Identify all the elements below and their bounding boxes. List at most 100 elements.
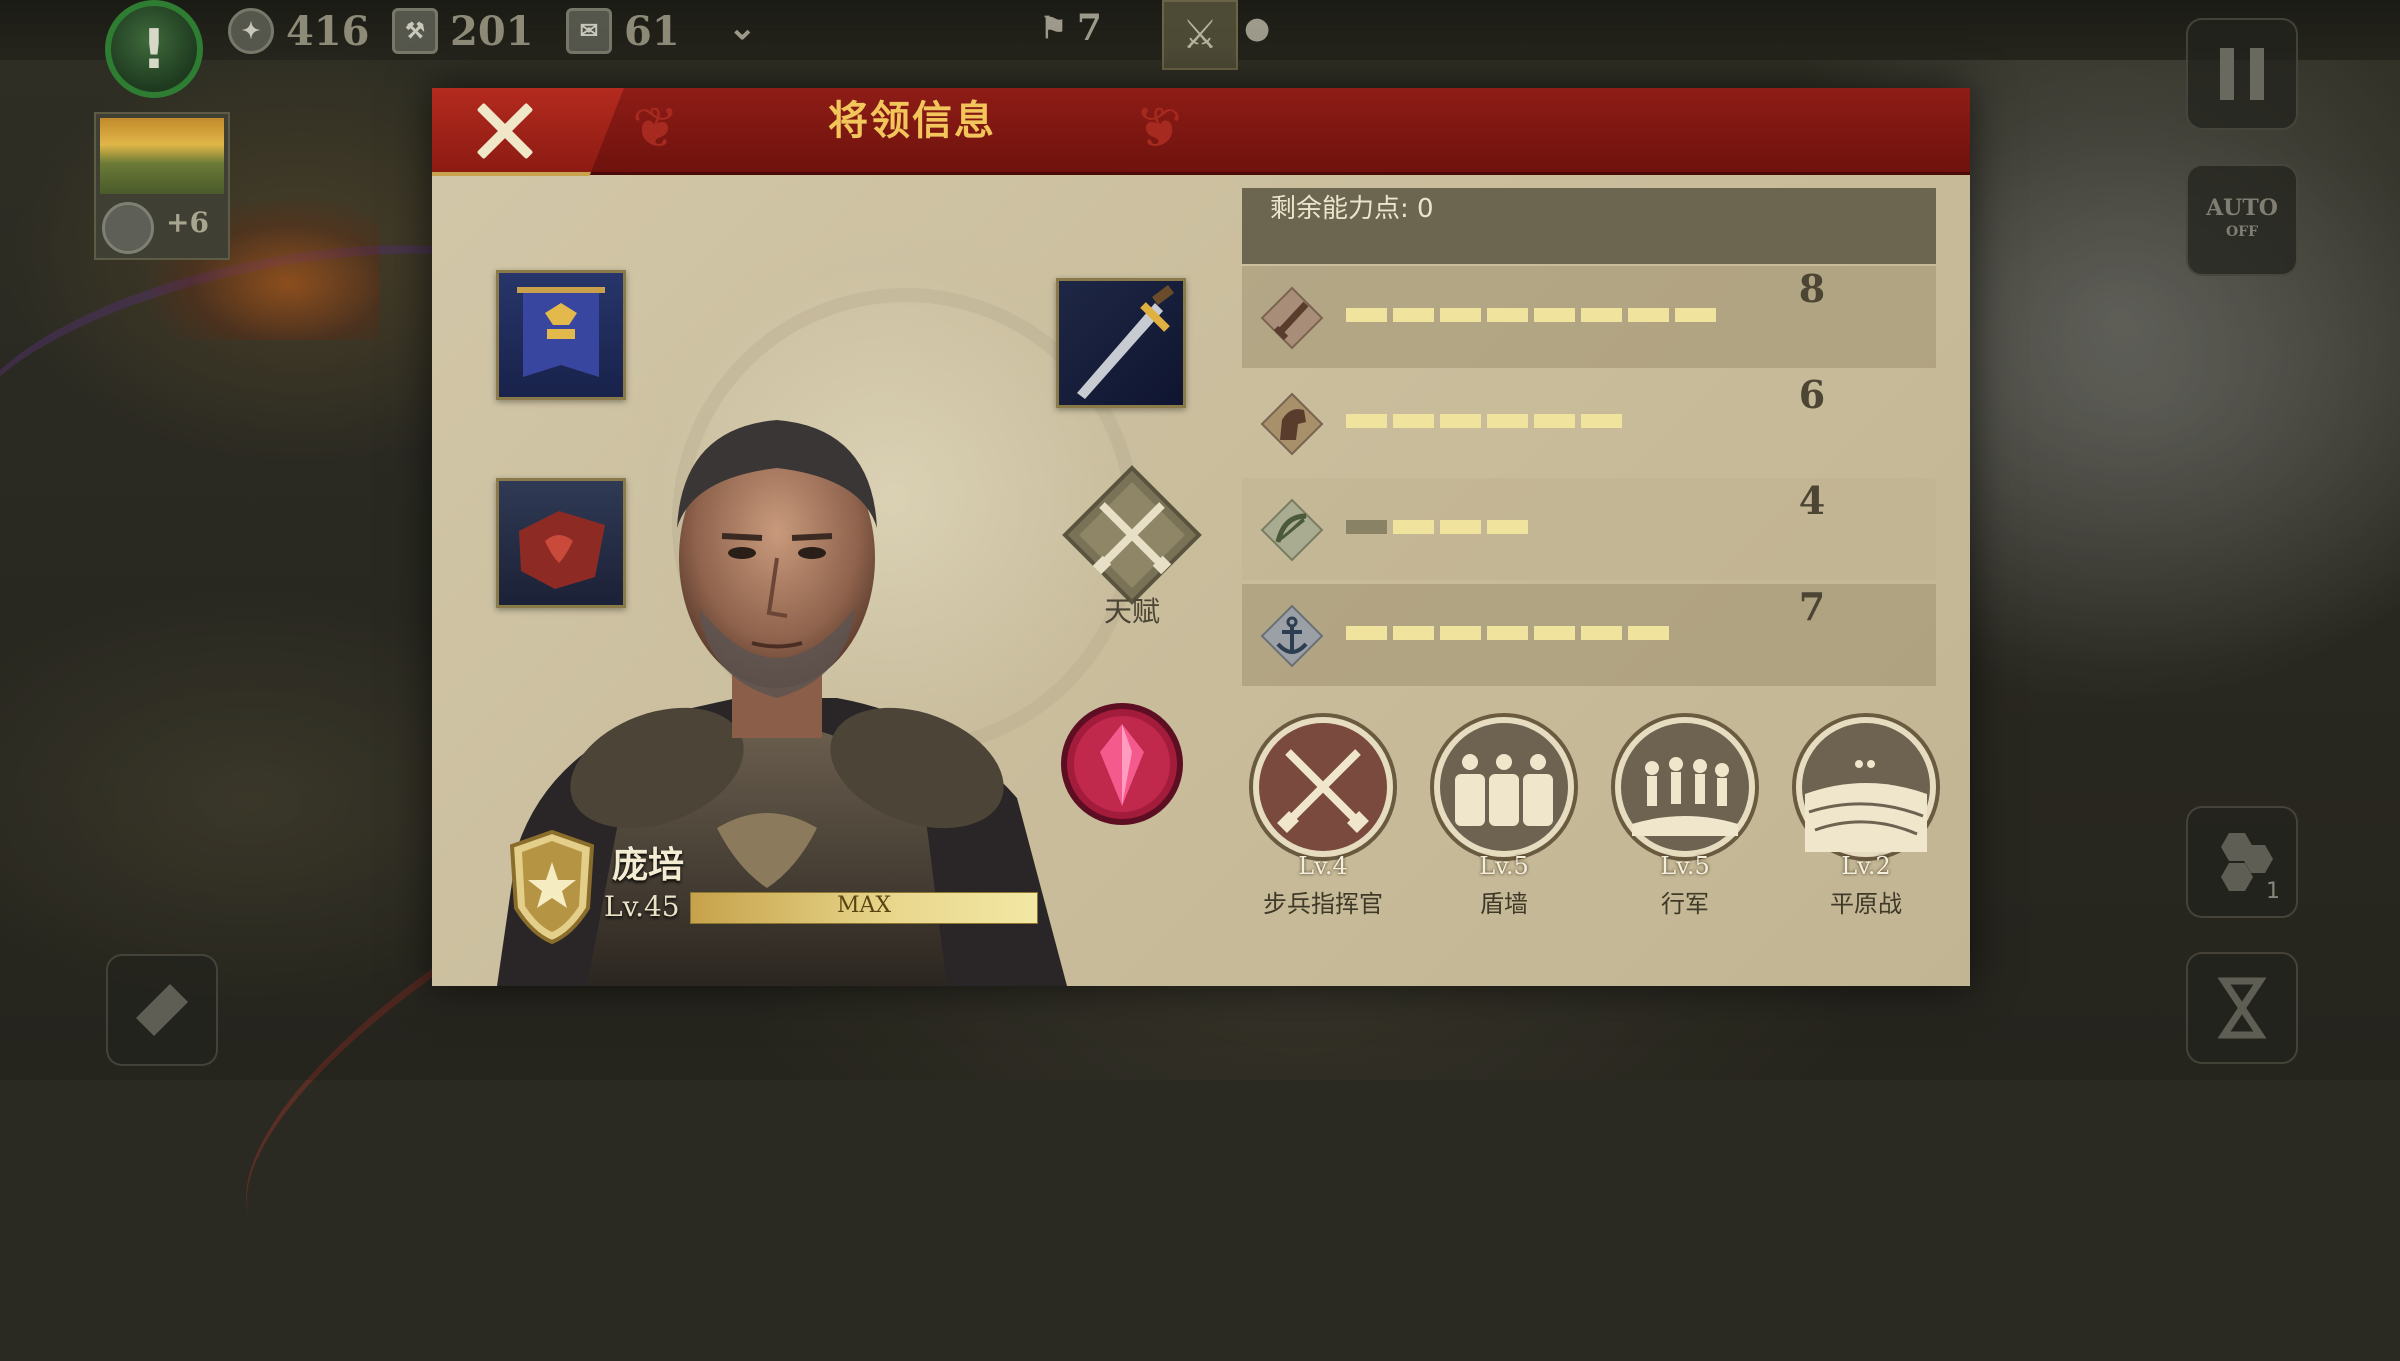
remaining-points-bar: 剩余能力点: 0 <box>1242 188 1936 264</box>
experience-bar: MAX <box>690 892 1038 924</box>
resource-hammer: ⚒ 201 <box>392 6 534 56</box>
battle-mode-button[interactable]: ⚔ <box>1162 0 1238 70</box>
skill-level: Lv.2 <box>1841 852 1891 880</box>
scroll-icon: ✉ <box>566 8 612 54</box>
stat-pip <box>1440 308 1481 322</box>
resource-value: 61 <box>624 7 680 55</box>
stat-pip <box>1393 520 1434 534</box>
anchor-icon <box>1260 604 1324 668</box>
talent-icon <box>1062 465 1202 605</box>
talent-button[interactable]: 天赋 <box>1057 460 1207 640</box>
stat-pip <box>1534 414 1575 428</box>
dialog-header: ❦ ❦ 将领信息 <box>432 88 1970 175</box>
skill-infantry-commander[interactable]: Lv.4 步兵指挥官 <box>1248 712 1398 918</box>
remaining-points-label: 剩余能力点: 0 <box>1270 194 1434 224</box>
stat-pip <box>1581 414 1622 428</box>
stat-pip <box>1440 626 1481 640</box>
auto-battle-button[interactable]: AUTO OFF <box>2186 164 2298 276</box>
eagle-badge-icon <box>102 202 154 254</box>
sword-icon <box>1260 286 1324 350</box>
auto-state: OFF <box>2225 224 2259 240</box>
close-icon <box>470 98 540 162</box>
general-level: Lv.45 <box>604 890 680 923</box>
stat-row-naval: 7 <box>1242 584 1936 686</box>
resource-value: 416 <box>286 7 370 55</box>
pause-button[interactable] <box>2186 18 2298 130</box>
auto-label: AUTO OFF <box>2206 196 2278 244</box>
stat-pip <box>1487 414 1528 428</box>
chevron-down-icon[interactable]: ⌄ <box>728 8 757 48</box>
pause-icon <box>2220 48 2264 100</box>
flag-icon: ⚑ <box>1040 10 1067 46</box>
skill-name: 行军 <box>1661 890 1709 918</box>
stat-pip <box>1675 308 1716 322</box>
stat-pip <box>1346 414 1387 428</box>
stat-row-ranged: 4 <box>1242 478 1936 580</box>
experience-label: MAX <box>836 893 892 918</box>
horse-head-icon <box>1260 392 1324 456</box>
skill-level: Lv.4 <box>1298 852 1348 880</box>
stat-pip <box>1346 626 1387 640</box>
stat-pip <box>1346 520 1387 534</box>
rank-shield-icon <box>509 829 595 945</box>
resource-eagle: ✦ 416 <box>228 6 370 56</box>
scroll-icon <box>136 984 188 1036</box>
stat-value: 6 <box>1798 372 1826 417</box>
skill-shield-wall[interactable]: Lv.5 盾墙 <box>1429 712 1579 918</box>
talent-label: 天赋 <box>1103 595 1160 628</box>
stat-pip <box>1440 414 1481 428</box>
stat-pip <box>1393 626 1434 640</box>
stat-pips <box>1346 626 1669 640</box>
stat-pip <box>1487 308 1528 322</box>
city-card[interactable]: +6 <box>94 112 230 260</box>
user-indicator: ● <box>1244 0 1270 56</box>
skill-level: Lv.5 <box>1660 852 1710 880</box>
auto-text: AUTO <box>2206 195 2278 221</box>
person-icon: ● <box>1244 10 1271 46</box>
alert-button[interactable]: ! <box>105 0 203 98</box>
stat-pips <box>1346 308 1716 322</box>
stat-pips <box>1346 520 1528 534</box>
stat-pip <box>1581 308 1622 322</box>
crossed-swords-icon <box>1249 713 1397 861</box>
stat-value: 4 <box>1798 478 1826 523</box>
ruby-gem-icon[interactable] <box>1060 702 1184 826</box>
stat-value: 8 <box>1798 266 1826 311</box>
stat-pip <box>1534 626 1575 640</box>
skill-plains-battle[interactable]: Lv.2 平原战 <box>1791 712 1941 918</box>
general-name: 庞培 <box>612 845 685 886</box>
armor-icon <box>519 511 605 589</box>
stat-pip <box>1487 520 1528 534</box>
banner-slot[interactable] <box>496 270 626 400</box>
troops-count: 7 <box>1076 7 1102 49</box>
hourglass-button[interactable] <box>2186 952 2298 1064</box>
skill-level: Lv.5 <box>1479 852 1529 880</box>
stat-pip <box>1581 626 1622 640</box>
armor-slot[interactable] <box>496 478 626 608</box>
legion-banner-icon <box>517 287 605 377</box>
skill-name: 平原战 <box>1830 890 1902 918</box>
skill-name: 步兵指挥官 <box>1263 890 1383 918</box>
stat-pip <box>1534 308 1575 322</box>
stat-pip <box>1346 308 1387 322</box>
scroll-menu-button[interactable] <box>106 954 218 1066</box>
stat-pip <box>1628 626 1669 640</box>
crossed-swords-icon: ⚔ <box>1182 12 1218 58</box>
skill-name: 盾墙 <box>1480 890 1528 918</box>
bow-icon <box>1260 498 1324 562</box>
plains-icon <box>1792 713 1940 861</box>
stat-pip <box>1487 626 1528 640</box>
city-image <box>100 118 224 194</box>
troops-counter: ⚑ 7 <box>1040 0 1102 56</box>
formation-button[interactable]: 1 <box>2186 806 2298 918</box>
eagle-coin-icon: ✦ <box>228 8 274 54</box>
weapon-slot[interactable] <box>1056 278 1186 408</box>
skill-march[interactable]: Lv.5 行军 <box>1610 712 1760 918</box>
shield-wall-icon <box>1430 713 1578 861</box>
stat-pip <box>1628 308 1669 322</box>
general-info-dialog: ❦ ❦ 将领信息 天赋 庞培 Lv.45 MAX 剩余能力点: 0 8 6 4 … <box>432 88 1970 986</box>
stat-value: 7 <box>1798 584 1826 629</box>
resource-dropdown[interactable]: ⌄ <box>728 0 757 56</box>
stat-row-cavalry: 6 <box>1242 372 1936 474</box>
hourglass-icon <box>2217 977 2267 1039</box>
